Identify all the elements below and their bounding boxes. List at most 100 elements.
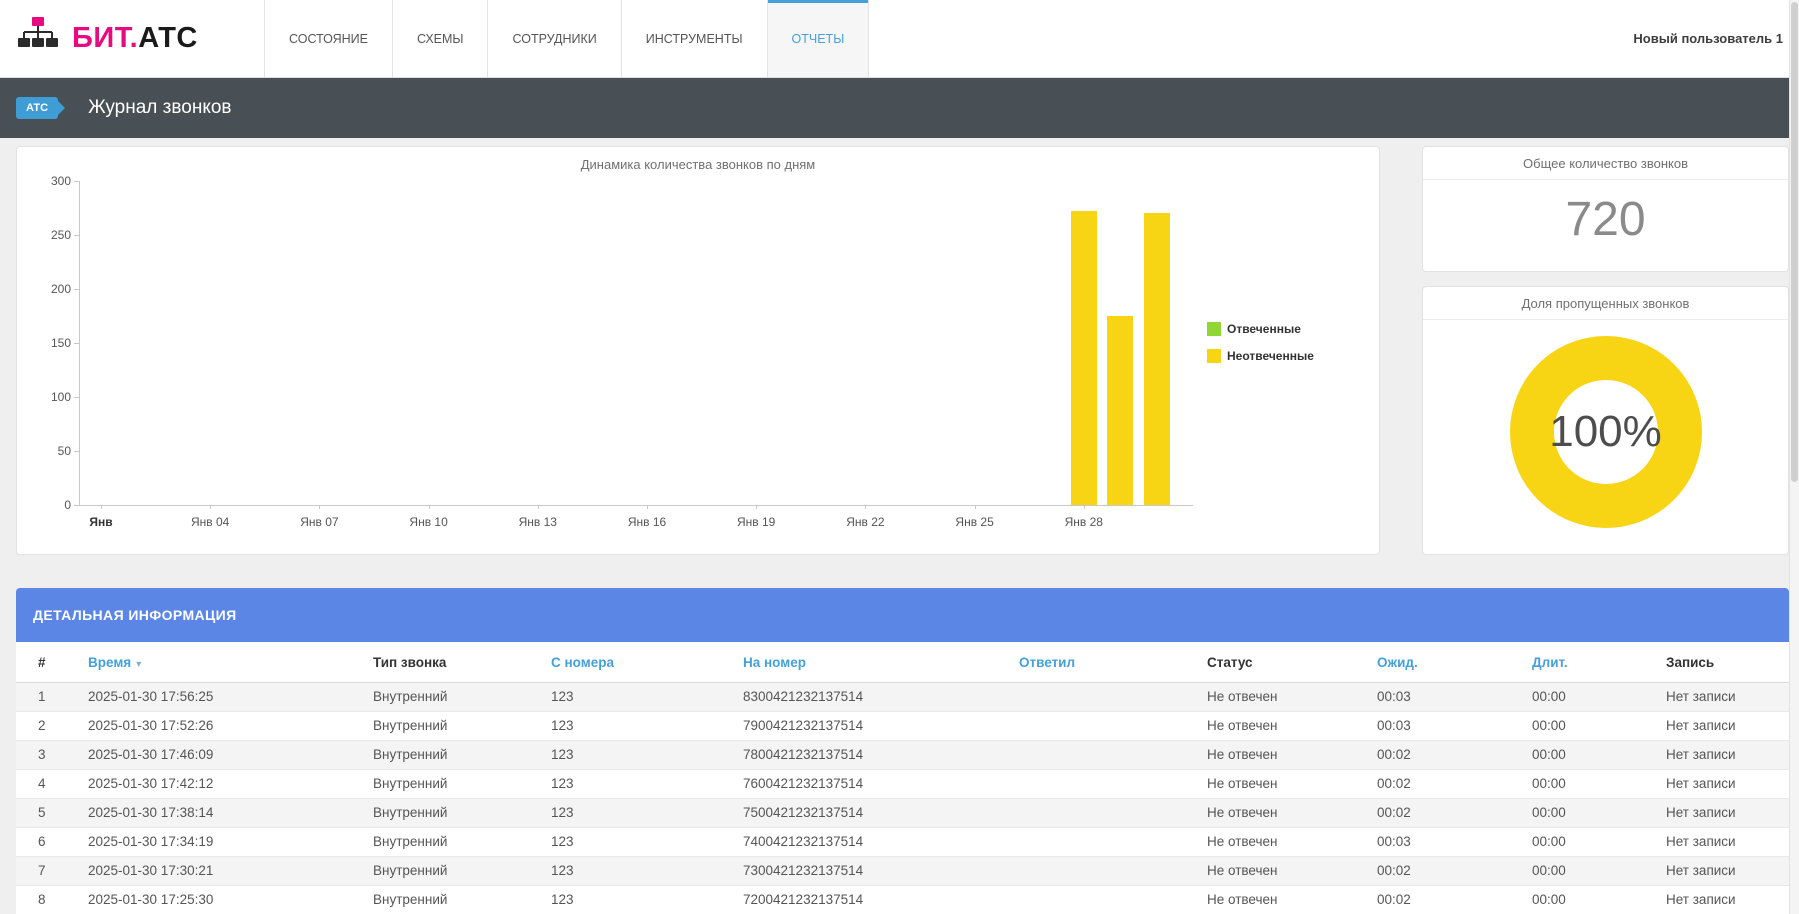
table-cell: 00:03 (1365, 683, 1520, 712)
column-header-to-number[interactable]: На номер (731, 642, 1007, 683)
table-cell: 1 (16, 683, 76, 712)
logo[interactable]: БИТ.АТС (0, 0, 264, 77)
table-cell (1007, 799, 1195, 828)
table-cell (1007, 828, 1195, 857)
table-cell: 00:02 (1365, 886, 1520, 914)
table-cell: Нет записи (1654, 828, 1789, 857)
table-cell: 7600421232137514 (731, 770, 1007, 799)
x-tick (1084, 505, 1085, 509)
table-cell: Не отвечен (1195, 770, 1365, 799)
x-axis-label: Янв (56, 515, 146, 529)
table-cell: Нет записи (1654, 799, 1789, 828)
y-tick (74, 289, 79, 290)
bar[interactable] (1144, 213, 1170, 505)
legend-swatch-icon (1207, 349, 1221, 363)
user-menu[interactable]: Новый пользователь 1 (1633, 0, 1799, 77)
table-cell: Внутренний (361, 712, 539, 741)
table-cell: 7500421232137514 (731, 799, 1007, 828)
chart-canvas: 050100150200250300ЯнвЯнв 04Янв 07Янв 10Я… (17, 172, 1379, 538)
table-cell: 00:00 (1520, 799, 1654, 828)
table-cell (1007, 886, 1195, 914)
column-label: Тип звонка (373, 655, 446, 670)
bar[interactable] (1107, 316, 1133, 505)
table-row[interactable]: 32025-01-30 17:46:09Внутренний1237800421… (16, 741, 1789, 770)
column-header-answered-by[interactable]: Ответил (1007, 642, 1195, 683)
table-cell: 00:00 (1520, 683, 1654, 712)
table-cell: Нет записи (1654, 683, 1789, 712)
x-axis-line (79, 505, 1193, 506)
column-header-wait[interactable]: Ожид. (1365, 642, 1520, 683)
column-label: Статус (1207, 655, 1253, 670)
nav-tab-reports[interactable]: ОТЧЕТЫ (767, 0, 870, 77)
table-cell: Не отвечен (1195, 683, 1365, 712)
content-area: Динамика количества звонков по дням 0501… (0, 138, 1799, 914)
table-cell: 123 (539, 857, 731, 886)
nav-tab-employees[interactable]: СОТРУДНИКИ (487, 0, 620, 77)
detail-section: ДЕТАЛЬНАЯ ИНФОРМАЦИЯ #Время▾Тип звонкаС … (16, 588, 1789, 914)
table-row[interactable]: 72025-01-30 17:30:21Внутренний1237300421… (16, 857, 1789, 886)
table-cell: Внутренний (361, 799, 539, 828)
table-cell: 7 (16, 857, 76, 886)
nav-tab-schemes[interactable]: СХЕМЫ (392, 0, 487, 77)
table-row[interactable]: 42025-01-30 17:42:12Внутренний1237600421… (16, 770, 1789, 799)
column-header-status: Статус (1195, 642, 1365, 683)
table-cell: 00:02 (1365, 799, 1520, 828)
main-nav: СОСТОЯНИЕ СХЕМЫ СОТРУДНИКИ ИНСТРУМЕНТЫ О… (264, 0, 869, 77)
table-cell: 4 (16, 770, 76, 799)
app-root: БИТ.АТС СОСТОЯНИЕ СХЕМЫ СОТРУДНИКИ ИНСТР… (0, 0, 1799, 914)
table-cell: 2025-01-30 17:30:21 (76, 857, 361, 886)
donut-percent-label: 100% (1510, 336, 1702, 528)
total-calls-title: Общее количество звонков (1423, 147, 1788, 180)
x-axis-label: Янв 13 (493, 515, 583, 529)
table-cell: 123 (539, 712, 731, 741)
legend-label: Отвеченные (1227, 322, 1301, 336)
legend-swatch-icon (1207, 322, 1221, 336)
legend-label: Неотвеченные (1227, 349, 1314, 363)
x-axis-label: Янв 10 (384, 515, 474, 529)
table-cell (1007, 770, 1195, 799)
table-cell: 8300421232137514 (731, 683, 1007, 712)
table-cell: 00:02 (1365, 857, 1520, 886)
table-cell: 123 (539, 683, 731, 712)
nav-tab-state[interactable]: СОСТОЯНИЕ (264, 0, 392, 77)
ats-badge[interactable]: АТС (16, 97, 58, 119)
table-cell: 00:00 (1520, 886, 1654, 914)
x-tick (101, 505, 102, 509)
x-tick (210, 505, 211, 509)
logo-network-icon (16, 16, 60, 61)
table-cell: Нет записи (1654, 857, 1789, 886)
detail-section-header: ДЕТАЛЬНАЯ ИНФОРМАЦИЯ (16, 588, 1789, 642)
nav-tab-tools[interactable]: ИНСТРУМЕНТЫ (621, 0, 767, 77)
legend-item[interactable]: Неотвеченные (1207, 349, 1314, 363)
total-calls-card: Общее количество звонков 720 (1422, 146, 1789, 272)
column-header-recording: Запись (1654, 642, 1789, 683)
column-label: Ответил (1019, 655, 1075, 670)
column-header-from-number[interactable]: С номера (539, 642, 731, 683)
bar[interactable] (1071, 211, 1097, 505)
table-cell: 00:03 (1365, 712, 1520, 741)
table-row[interactable]: 62025-01-30 17:34:19Внутренний1237400421… (16, 828, 1789, 857)
column-label: На номер (743, 655, 806, 670)
table-cell: Не отвечен (1195, 799, 1365, 828)
table-cell: Внутренний (361, 828, 539, 857)
table-row[interactable]: 22025-01-30 17:52:26Внутренний1237900421… (16, 712, 1789, 741)
table-row[interactable]: 12025-01-30 17:56:25Внутренний1238300421… (16, 683, 1789, 712)
legend-item[interactable]: Отвеченные (1207, 322, 1314, 336)
x-axis-label: Янв 28 (1039, 515, 1129, 529)
table-row[interactable]: 52025-01-30 17:38:14Внутренний1237500421… (16, 799, 1789, 828)
table-cell: 7400421232137514 (731, 828, 1007, 857)
column-header-duration[interactable]: Длит. (1520, 642, 1654, 683)
column-header-time[interactable]: Время▾ (76, 642, 361, 683)
y-axis-label: 100 (17, 390, 71, 404)
scrollbar-thumb[interactable] (1791, 2, 1798, 482)
table-cell: Не отвечен (1195, 741, 1365, 770)
table-cell: Нет записи (1654, 770, 1789, 799)
vertical-scrollbar[interactable] (1789, 0, 1799, 914)
table-cell: 7300421232137514 (731, 857, 1007, 886)
table-cell: 7900421232137514 (731, 712, 1007, 741)
table-cell: 8 (16, 886, 76, 914)
y-axis-label: 0 (17, 498, 71, 512)
x-tick (756, 505, 757, 509)
table-row[interactable]: 82025-01-30 17:25:30Внутренний1237200421… (16, 886, 1789, 914)
table-cell: 00:00 (1520, 712, 1654, 741)
